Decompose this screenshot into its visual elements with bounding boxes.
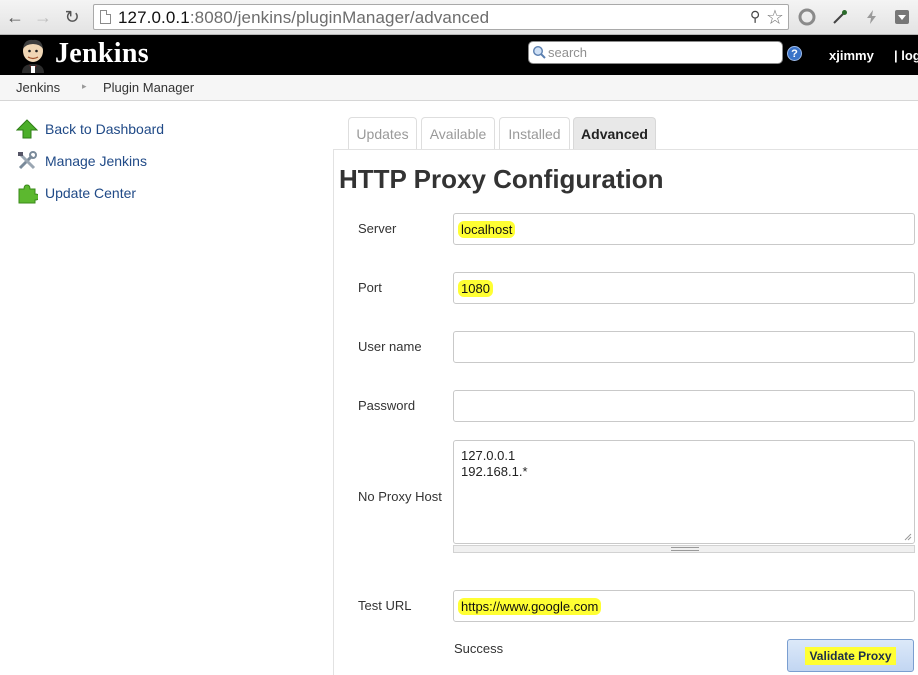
sidebar-item-label: Back to Dashboard	[45, 121, 165, 137]
textarea-resize-handle[interactable]	[453, 545, 915, 553]
username-field[interactable]	[453, 331, 915, 363]
puzzle-icon	[18, 184, 38, 204]
url-host: 127.0.0.1	[118, 8, 190, 27]
resize-grip-icon[interactable]	[904, 533, 912, 541]
test-url-value: https://www.google.com	[458, 598, 602, 615]
validate-proxy-button[interactable]: Validate Proxy	[787, 639, 914, 672]
circle-icon[interactable]	[797, 7, 817, 27]
search-input[interactable]	[548, 44, 773, 61]
bolt-icon[interactable]	[862, 7, 882, 27]
server-value: localhost	[458, 221, 516, 238]
no-proxy-host-textarea[interactable]: 127.0.0.1 192.168.1.*	[453, 440, 915, 544]
key-icon[interactable]: ⚲	[750, 8, 760, 25]
address-bar[interactable]: 127.0.0.1:8080/jenkins/pluginManager/adv…	[93, 4, 789, 30]
star-icon[interactable]: ☆	[766, 5, 784, 30]
url-text: 127.0.0.1:8080/jenkins/pluginManager/adv…	[118, 8, 489, 28]
tools-icon	[18, 151, 37, 170]
eyedropper-icon[interactable]	[830, 7, 850, 27]
password-label: Password	[358, 398, 416, 413]
breadcrumb-plugin-manager[interactable]: Plugin Manager	[103, 80, 194, 95]
url-path: :8080/jenkins/pluginManager/advanced	[189, 8, 490, 27]
forward-arrow-icon[interactable]: →	[33, 6, 53, 28]
breadcrumb-separator-icon: ▸	[82, 81, 87, 91]
logout-link[interactable]: | log	[894, 48, 918, 63]
tab-available[interactable]: Available	[421, 117, 495, 150]
port-field[interactable]: 1080	[453, 272, 915, 304]
tab-advanced[interactable]: Advanced	[573, 117, 656, 150]
sidebar-item-back-to-dashboard[interactable]: Back to Dashboard	[16, 118, 164, 140]
menu-icon[interactable]	[892, 7, 912, 27]
port-value: 1080	[458, 280, 493, 297]
content-divider-vertical	[333, 149, 334, 675]
sidebar-item-update-center[interactable]: Update Center	[16, 182, 136, 204]
validate-proxy-label: Validate Proxy	[805, 646, 896, 665]
jenkins-logo-icon[interactable]	[16, 37, 50, 73]
user-link[interactable]: xjimmy	[829, 48, 874, 63]
jenkins-header: Jenkins ? xjimmy | log	[0, 35, 918, 75]
jenkins-brand[interactable]: Jenkins	[55, 38, 149, 70]
help-icon[interactable]: ?	[787, 46, 802, 61]
reload-icon[interactable]: ↻	[62, 6, 82, 28]
tab-updates[interactable]: Updates	[348, 117, 417, 150]
up-arrow-icon	[16, 119, 38, 139]
content-divider	[333, 149, 918, 150]
search-box[interactable]	[528, 41, 783, 64]
sidebar-item-manage-jenkins[interactable]: Manage Jenkins	[16, 150, 147, 172]
breadcrumb-jenkins[interactable]: Jenkins	[16, 80, 60, 95]
page-icon	[100, 10, 111, 24]
sidebar-item-label: Manage Jenkins	[45, 153, 147, 169]
validation-status: Success	[454, 641, 504, 656]
no-proxy-host-label: No Proxy Host	[358, 489, 442, 504]
test-url-field[interactable]: https://www.google.com	[453, 590, 915, 622]
breadcrumb: Jenkins ▸ Plugin Manager	[0, 75, 918, 101]
test-url-label: Test URL	[358, 598, 412, 613]
password-field[interactable]	[453, 390, 915, 422]
page-title: HTTP Proxy Configuration	[339, 164, 664, 194]
port-label: Port	[358, 280, 382, 295]
search-icon	[532, 45, 546, 59]
no-proxy-host-value: 127.0.0.1 192.168.1.*	[461, 448, 528, 479]
username-label: User name	[358, 339, 422, 354]
back-arrow-icon[interactable]: ←	[5, 6, 25, 28]
browser-toolbar: ← → ↻ 127.0.0.1:8080/jenkins/pluginManag…	[0, 0, 918, 35]
server-label: Server	[358, 221, 397, 236]
tab-installed[interactable]: Installed	[499, 117, 570, 150]
sidebar-item-label: Update Center	[45, 185, 137, 201]
server-field[interactable]: localhost	[453, 213, 915, 245]
drag-handle-icon	[671, 547, 699, 551]
